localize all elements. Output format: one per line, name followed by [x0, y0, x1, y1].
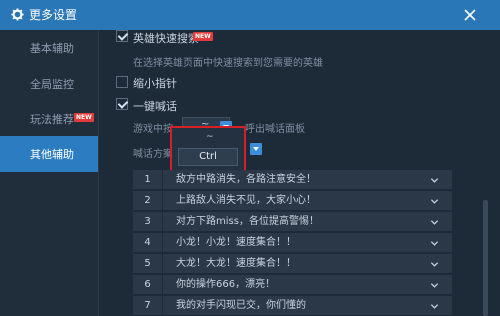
row-phrase: 敌方中路消失，各路注意安全！ [176, 174, 316, 185]
chevron-down-icon[interactable] [430, 260, 439, 269]
chevron-down-icon[interactable] [430, 176, 439, 185]
table-row[interactable]: 2 上路敌人消失不见，大家小心！ [133, 191, 452, 211]
minimap-label: 缩小指针 [133, 77, 177, 90]
row-number: 5 [133, 254, 163, 274]
sidebar-item-basic[interactable]: 基本辅助 [0, 30, 98, 66]
popup-option-ctrl[interactable]: Ctrl [178, 148, 238, 166]
minimap-checkbox[interactable] [116, 76, 128, 88]
table-row[interactable]: 5 大龙！大龙！速度集合！！ [133, 254, 452, 274]
chevron-down-icon[interactable] [430, 239, 439, 248]
table-row[interactable]: 3 对方下路miss，各位提高警惕！ [133, 212, 452, 232]
sidebar-divider [98, 30, 99, 316]
new-badge: NEW [193, 32, 213, 41]
more-settings-window: 更多设置 基本辅助 全局监控 玩法推荐 NEW 其他辅助 英雄快速搜索 NEW … [0, 0, 500, 316]
close-icon[interactable] [463, 8, 477, 22]
chevron-down-icon[interactable] [250, 143, 262, 155]
shout-scheme-label: 喊话方案 [133, 149, 173, 160]
row-number: 6 [133, 275, 163, 295]
sidebar-item-label: 其他辅助 [30, 148, 74, 161]
chevron-down-icon[interactable] [430, 197, 439, 206]
quick-shout-checkbox[interactable] [116, 98, 128, 110]
hero-search-label: 英雄快速搜索 [133, 32, 199, 45]
row-phrase: 小龙！小龙！速度集合！！ [176, 237, 296, 248]
sidebar-item-label: 玩法推荐 [30, 113, 74, 126]
chevron-down-icon[interactable] [430, 218, 439, 227]
row-number: 2 [133, 191, 163, 211]
row-phrase: 你的操作666，漂亮！ [176, 279, 276, 290]
row-number: 7 [133, 296, 163, 316]
hotkey-popup: ~ Ctrl [170, 126, 246, 172]
sidebar-item-gameplay[interactable]: 玩法推荐 NEW [0, 101, 98, 137]
popup-option-tilde[interactable]: ~ [206, 132, 214, 142]
hero-search-checkbox[interactable] [116, 30, 128, 42]
sidebar-item-other[interactable]: 其他辅助 [0, 136, 98, 172]
in-game-suffix: 呼出喊话面板 [245, 124, 305, 135]
row-phrase: 上路敌人消失不见，大家小心！ [176, 195, 316, 206]
window-title: 更多设置 [29, 8, 78, 22]
chevron-down-icon[interactable] [430, 302, 439, 311]
row-phrase: 对方下路miss，各位提高警惕！ [176, 216, 319, 227]
table-row[interactable]: 4 小龙！小龙！速度集合！！ [133, 233, 452, 253]
table-row[interactable]: 6 你的操作666，漂亮！ [133, 275, 452, 295]
sidebar-item-global-monitor[interactable]: 全局监控 [0, 66, 98, 102]
phrase-table: 1 敌方中路消失，各路注意安全！ 2 上路敌人消失不见，大家小心！ 3 对方下路… [133, 170, 452, 316]
in-game-prefix: 游戏中按 [133, 124, 173, 135]
new-badge: NEW [74, 113, 94, 122]
row-number: 3 [133, 212, 163, 232]
chevron-down-icon[interactable] [430, 281, 439, 290]
row-phrase: 我的对手闪现已交，你们懂的 [176, 300, 306, 311]
table-row[interactable]: 1 敌方中路消失，各路注意安全！ [133, 170, 452, 190]
row-phrase: 大龙！大龙！速度集合！！ [176, 258, 296, 269]
gear-icon [11, 8, 24, 21]
sidebar-item-label: 基本辅助 [30, 42, 74, 55]
scrollbar[interactable] [483, 200, 488, 316]
hero-search-description: 在选择英雄页面中快速搜索到您需要的英雄 [133, 58, 323, 69]
sidebar: 基本辅助 全局监控 玩法推荐 NEW 其他辅助 [0, 30, 98, 316]
row-number: 4 [133, 233, 163, 253]
title-bar: 更多设置 [0, 0, 500, 30]
quick-shout-label: 一键喊话 [133, 100, 177, 113]
row-number: 1 [133, 170, 163, 190]
sidebar-item-label: 全局监控 [30, 78, 74, 91]
table-row[interactable]: 7 我的对手闪现已交，你们懂的 [133, 296, 452, 316]
